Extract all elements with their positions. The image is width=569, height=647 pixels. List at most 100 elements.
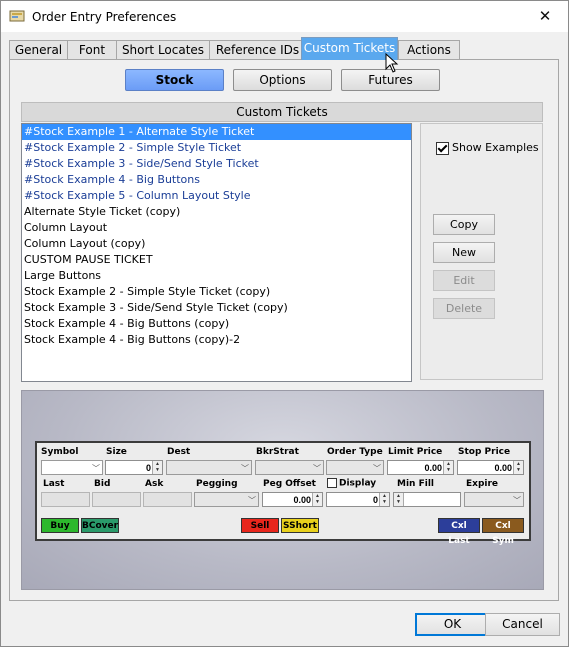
- cxl-sym-button[interactable]: Cxl Sym: [482, 518, 524, 546]
- app-icon: [9, 10, 25, 22]
- mouse-cursor-icon: [385, 53, 399, 73]
- tab-strip: General Font Short Locates Reference IDs…: [9, 37, 561, 60]
- chevron-down-icon: ﹀: [313, 464, 321, 473]
- symbol-dropdown[interactable]: ﹀: [41, 460, 103, 475]
- spinner-icon[interactable]: ▲ ▼: [513, 461, 523, 474]
- show-examples-label: Show Examples: [452, 141, 539, 154]
- size-value: 0: [145, 463, 151, 473]
- stop-price-label: Stop Price: [458, 447, 511, 457]
- peg-offset-input[interactable]: 0.00 ▲ ▼: [262, 492, 323, 507]
- bcover-button[interactable]: BCover: [81, 518, 119, 533]
- window-title: Order Entry Preferences: [32, 10, 177, 24]
- ok-button[interactable]: OK: [415, 613, 490, 636]
- display-label: Display: [339, 478, 377, 489]
- min-fill-input[interactable]: 0▲▼: [393, 492, 461, 507]
- display-checkbox[interactable]: Display: [327, 478, 376, 489]
- tab-font[interactable]: Font: [67, 40, 117, 59]
- chevron-down-icon: ﹀: [92, 464, 100, 473]
- list-item[interactable]: #Stock Example 1 - Alternate Style Ticke…: [22, 124, 411, 140]
- list-item[interactable]: #Stock Example 4 - Big Buttons: [22, 172, 411, 188]
- bid-label: Bid: [94, 479, 111, 489]
- pegging-dropdown[interactable]: ﹀: [194, 492, 259, 507]
- list-item[interactable]: Large Buttons: [22, 268, 411, 284]
- new-button[interactable]: New: [433, 242, 495, 263]
- limit-price-value: 0.00: [424, 463, 442, 473]
- tab-general[interactable]: General: [9, 40, 68, 59]
- dest-label: Dest: [167, 447, 191, 457]
- list-item[interactable]: #Stock Example 5 - Column Layout Style: [22, 188, 411, 204]
- bid-field: [92, 492, 141, 507]
- stop-price-value: 0.00: [494, 463, 512, 473]
- size-input[interactable]: 0 ▲ ▼: [105, 460, 163, 475]
- stop-price-input[interactable]: 0.00 ▲ ▼: [457, 460, 524, 475]
- show-examples-checkbox[interactable]: Show Examples: [436, 141, 539, 155]
- list-item[interactable]: Stock Example 3 - Side/Send Style Ticket…: [22, 300, 411, 316]
- tab-short-locates[interactable]: Short Locates: [116, 40, 210, 59]
- peg-offset-value: 0.00: [293, 495, 311, 505]
- list-item[interactable]: #Stock Example 3 - Side/Send Style Ticke…: [22, 156, 411, 172]
- subtab-stock[interactable]: Stock: [125, 69, 224, 91]
- dest-dropdown[interactable]: ﹀: [166, 460, 252, 475]
- list-item[interactable]: Alternate Style Ticket (copy): [22, 204, 411, 220]
- chevron-down-icon: ﹀: [248, 496, 256, 505]
- tab-reference-ids[interactable]: Reference IDs: [209, 40, 306, 59]
- list-item[interactable]: Column Layout (copy): [22, 236, 411, 252]
- list-item[interactable]: Column Layout: [22, 220, 411, 236]
- ticket-preview: Symbol Size Dest BkrStrat Order Type Lim…: [21, 390, 544, 590]
- ask-field: [143, 492, 192, 507]
- checkbox-icon[interactable]: [327, 478, 337, 488]
- tab-custom-tickets[interactable]: Custom Tickets: [301, 37, 398, 60]
- list-item[interactable]: #Stock Example 2 - Simple Style Ticket: [22, 140, 411, 156]
- last-field: [41, 492, 90, 507]
- list-item[interactable]: Stock Example 2 - Simple Style Ticket (c…: [22, 284, 411, 300]
- limit-price-label: Limit Price: [388, 447, 443, 457]
- order-entry-preferences-window: Order Entry Preferences ✕ General Font S…: [0, 0, 569, 647]
- sell-button[interactable]: Sell: [241, 518, 279, 533]
- tab-actions[interactable]: Actions: [398, 40, 460, 59]
- expire-label: Expire: [466, 479, 499, 489]
- spinner-icon[interactable]: ▲ ▼: [394, 493, 404, 506]
- bkrstrat-label: BkrStrat: [256, 447, 299, 457]
- buy-button[interactable]: Buy: [41, 518, 79, 533]
- cancel-button[interactable]: Cancel: [485, 613, 560, 636]
- chevron-down-icon: ﹀: [241, 464, 249, 473]
- expire-dropdown[interactable]: ﹀: [464, 492, 524, 507]
- custom-tickets-list[interactable]: #Stock Example 1 - Alternate Style Ticke…: [21, 123, 412, 382]
- sshort-button[interactable]: SShort: [281, 518, 319, 533]
- display-value: 0: [372, 495, 378, 505]
- peg-offset-label: Peg Offset: [263, 479, 316, 489]
- display-input[interactable]: 0 ▲ ▼: [326, 492, 390, 507]
- list-item[interactable]: CUSTOM PAUSE TICKET: [22, 252, 411, 268]
- spinner-icon[interactable]: ▲ ▼: [379, 493, 389, 506]
- order-type-dropdown[interactable]: ﹀: [326, 460, 384, 475]
- list-item[interactable]: Stock Example 4 - Big Buttons (copy): [22, 316, 411, 332]
- custom-tickets-panel: Stock Options Futures Custom Tickets #St…: [9, 59, 559, 601]
- spinner-icon[interactable]: ▲ ▼: [152, 461, 162, 474]
- bkrstrat-dropdown[interactable]: ﹀: [255, 460, 324, 475]
- cxl-last-button[interactable]: Cxl Last: [438, 518, 480, 546]
- close-icon: ✕: [538, 7, 552, 25]
- copy-button[interactable]: Copy: [433, 214, 495, 235]
- delete-button[interactable]: Delete: [433, 298, 495, 319]
- ask-label: Ask: [145, 479, 164, 489]
- order-ticket-preview: Symbol Size Dest BkrStrat Order Type Lim…: [35, 441, 531, 546]
- pegging-label: Pegging: [196, 479, 238, 489]
- section-header: Custom Tickets: [21, 102, 543, 122]
- limit-price-input[interactable]: 0.00 ▲ ▼: [387, 460, 454, 475]
- checkbox-checked-icon[interactable]: [436, 141, 449, 155]
- chevron-down-icon: ﹀: [373, 464, 381, 473]
- last-label: Last: [43, 479, 65, 489]
- spinner-icon[interactable]: ▲ ▼: [443, 461, 453, 474]
- ticket-actions-panel: Show Examples Copy New Edit Delete: [420, 123, 543, 380]
- close-button[interactable]: ✕: [522, 1, 568, 32]
- subtab-options[interactable]: Options: [233, 69, 332, 91]
- symbol-label: Symbol: [41, 447, 79, 457]
- list-item[interactable]: Stock Example 4 - Big Buttons (copy)-2: [22, 332, 411, 348]
- chevron-down-icon: ﹀: [513, 496, 521, 505]
- size-label: Size: [106, 447, 127, 457]
- title-bar: Order Entry Preferences ✕: [1, 1, 568, 32]
- spinner-icon[interactable]: ▲ ▼: [312, 493, 322, 506]
- min-fill-label: Min Fill: [397, 479, 434, 489]
- order-type-label: Order Type: [327, 447, 383, 457]
- edit-button[interactable]: Edit: [433, 270, 495, 291]
